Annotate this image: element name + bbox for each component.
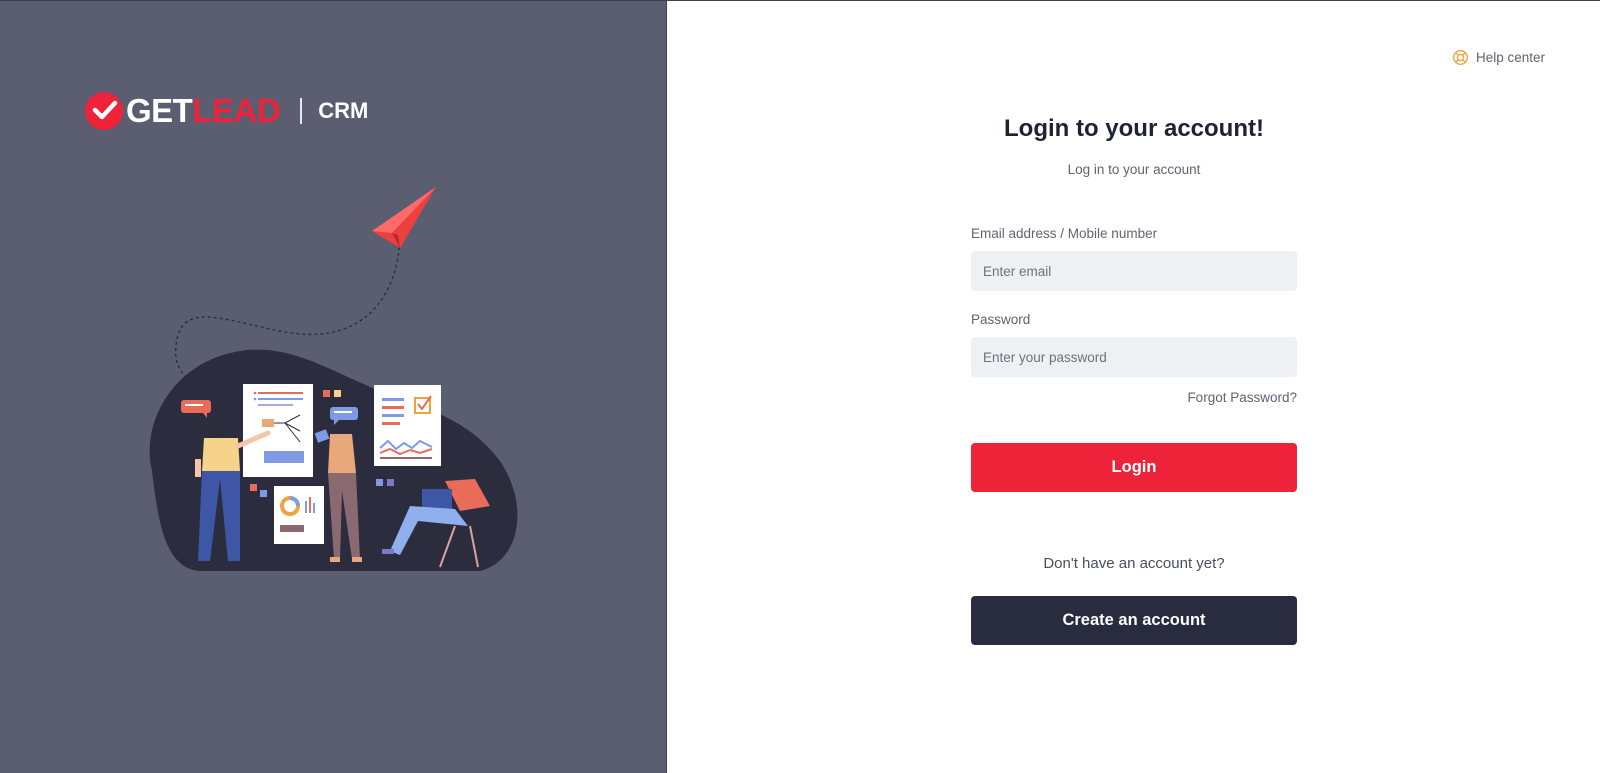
page-subtitle: Log in to your account	[1067, 162, 1201, 177]
logo-word-get: GET	[126, 92, 193, 129]
logo-word-lead: LEAD	[192, 92, 281, 129]
decor-square	[250, 484, 257, 491]
forgot-password-link[interactable]: Forgot Password?	[1187, 390, 1297, 405]
login-page: GET LEAD CRM Help center Login to your a…	[0, 0, 1600, 773]
getlead-logo: GET LEAD CRM	[84, 91, 368, 131]
whiteboard-flowchart	[243, 384, 313, 477]
decor-square	[376, 479, 383, 486]
decor-square	[323, 390, 330, 397]
logo-product-name: CRM	[318, 98, 369, 123]
email-label: Email address / Mobile number	[971, 226, 1158, 241]
logo-wordmark: GET LEAD	[126, 91, 281, 131]
logo-divider	[300, 98, 303, 124]
whiteboard-charts	[374, 385, 441, 466]
lifebuoy-icon	[1452, 50, 1468, 65]
password-field[interactable]	[971, 337, 1297, 377]
password-label: Password	[971, 312, 1031, 327]
login-button[interactable]: Login	[971, 443, 1297, 492]
check-badge-icon	[85, 92, 123, 130]
login-panel: Help center Login to your account! Log i…	[667, 0, 1600, 773]
brand-panel: GET LEAD CRM	[0, 0, 667, 773]
decor-square	[387, 479, 394, 486]
whiteboard-donut	[274, 486, 324, 544]
decor-square	[260, 490, 267, 497]
page-title: Login to your account!	[1004, 115, 1264, 142]
team-collaboration-illustration	[149, 187, 518, 571]
help-center-link[interactable]: Help center	[1452, 49, 1545, 66]
decor-square	[334, 390, 341, 397]
email-field[interactable]	[971, 251, 1297, 291]
paper-plane-icon	[372, 187, 436, 248]
help-center-label: Help center	[1475, 50, 1545, 65]
no-account-prompt: Don't have an account yet?	[1043, 555, 1225, 572]
create-account-button[interactable]: Create an account	[971, 596, 1297, 645]
